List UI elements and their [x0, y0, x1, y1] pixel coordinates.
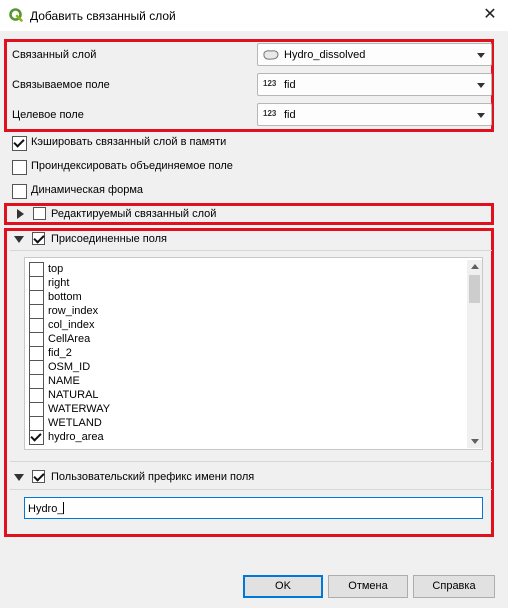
joined-fields-list[interactable]: top right bottom row_index col_index CellArea…: [24, 257, 483, 450]
field-checkbox[interactable]: [29, 304, 44, 319]
join-field-value: fid: [284, 79, 296, 91]
list-item[interactable]: CellArea: [25, 332, 465, 347]
prefix-checkbox[interactable]: [32, 470, 45, 483]
scroll-down-button[interactable]: [467, 435, 482, 448]
field-name-label: WETLAND: [48, 417, 102, 429]
chevron-down-icon: [477, 53, 485, 58]
collapse-arrow-icon[interactable]: [14, 236, 24, 243]
field-checkbox[interactable]: [29, 388, 44, 403]
polygon-layer-icon: [263, 50, 279, 60]
field-checkbox[interactable]: [29, 416, 44, 431]
help-button[interactable]: Справка: [413, 575, 495, 598]
list-item[interactable]: NATURAL: [25, 388, 465, 403]
field-checkbox[interactable]: [29, 332, 44, 347]
list-item[interactable]: col_index: [25, 318, 465, 333]
group-separator: [10, 250, 492, 251]
join-layer-label: Связанный слой: [12, 49, 97, 61]
field-checkbox[interactable]: [29, 402, 44, 417]
scroll-up-icon: [471, 264, 479, 269]
list-item[interactable]: hydro_area: [25, 430, 465, 445]
editable-layer-checkbox[interactable]: [33, 207, 46, 220]
field-checkbox[interactable]: [29, 290, 44, 305]
field-name-label: right: [48, 277, 70, 289]
join-field-label: Связываемое поле: [12, 79, 110, 91]
field-checkbox[interactable]: [29, 430, 44, 445]
list-item[interactable]: bottom: [25, 290, 465, 305]
join-layer-value: Hydro_dissolved: [284, 49, 366, 61]
ok-button[interactable]: OK: [243, 575, 323, 598]
field-name-label: WATERWAY: [48, 403, 111, 415]
field-checkbox[interactable]: [29, 374, 44, 389]
field-name-label: bottom: [48, 291, 82, 303]
dynamic-form-label: Динамическая форма: [31, 184, 143, 196]
join-layer-combo[interactable]: Hydro_dissolved: [257, 43, 492, 66]
cache-join-option[interactable]: Кэшировать связанный слой в памяти: [0, 135, 300, 151]
joined-fields-label: Присоединенные поля: [51, 233, 167, 245]
list-item[interactable]: fid_2: [25, 346, 465, 361]
field-name-label: fid_2: [48, 347, 72, 359]
editable-layer-label: Редактируемый связанный слой: [51, 208, 217, 220]
target-field-combo[interactable]: 123 fid: [257, 103, 492, 126]
joined-fields-checkbox[interactable]: [32, 232, 45, 245]
list-item[interactable]: NAME: [25, 374, 465, 389]
field-checkbox[interactable]: [29, 346, 44, 361]
field-name-label: OSM_ID: [48, 361, 91, 373]
join-field-combo[interactable]: 123 fid: [257, 73, 492, 96]
numeric-field-icon: 123: [263, 79, 277, 88]
cache-join-label: Кэшировать связанный слой в памяти: [31, 136, 227, 148]
title-bar: Добавить связанный слой ✕: [0, 0, 508, 31]
list-scrollbar[interactable]: [467, 260, 482, 448]
field-name-label: row_index: [48, 305, 99, 317]
field-name-label: NAME: [48, 375, 80, 387]
group-separator: [10, 461, 492, 462]
list-item[interactable]: WETLAND: [25, 416, 465, 431]
collapse-arrow-icon[interactable]: [14, 474, 24, 481]
prefix-value: Hydro_: [28, 503, 64, 515]
prefix-input[interactable]: Hydro_: [24, 497, 483, 519]
field-name-label: NATURAL: [48, 389, 99, 401]
list-item[interactable]: top: [25, 262, 465, 277]
field-name-label: col_index: [48, 319, 95, 331]
close-icon[interactable]: ✕: [479, 4, 501, 26]
qgis-logo-icon: [9, 8, 23, 22]
expand-arrow-icon[interactable]: [17, 209, 24, 219]
field-name-label: top: [48, 263, 64, 275]
prefix-label: Пользовательский префикс имени поля: [51, 471, 255, 483]
field-checkbox[interactable]: [29, 360, 44, 375]
create-index-checkbox[interactable]: [12, 160, 27, 175]
list-item[interactable]: OSM_ID: [25, 360, 465, 375]
list-item[interactable]: WATERWAY: [25, 402, 465, 417]
field-checkbox[interactable]: [29, 318, 44, 333]
chevron-down-icon: [477, 83, 485, 88]
scroll-down-icon: [471, 439, 479, 444]
text-cursor: [63, 502, 65, 514]
window-title: Добавить связанный слой: [30, 9, 176, 23]
field-name-label: hydro_area: [48, 431, 104, 443]
dynamic-form-checkbox[interactable]: [12, 184, 27, 199]
field-checkbox[interactable]: [29, 276, 44, 291]
scroll-up-button[interactable]: [467, 260, 482, 273]
list-item[interactable]: right: [25, 276, 465, 291]
chevron-down-icon: [477, 113, 485, 118]
scroll-thumb[interactable]: [469, 275, 480, 303]
cancel-button[interactable]: Отмена: [328, 575, 408, 598]
create-index-option[interactable]: Проиндексировать объединяемое поле: [0, 159, 300, 175]
list-item[interactable]: row_index: [25, 304, 465, 319]
cache-join-checkbox[interactable]: [12, 136, 27, 151]
target-field-label: Целевое поле: [12, 109, 84, 121]
create-index-label: Проиндексировать объединяемое поле: [31, 160, 233, 172]
target-field-value: fid: [284, 109, 296, 121]
field-checkbox[interactable]: [29, 262, 44, 277]
dynamic-form-option[interactable]: Динамическая форма: [0, 183, 300, 199]
field-name-label: CellArea: [48, 333, 91, 345]
group-separator: [10, 489, 492, 490]
numeric-field-icon: 123: [263, 109, 277, 118]
